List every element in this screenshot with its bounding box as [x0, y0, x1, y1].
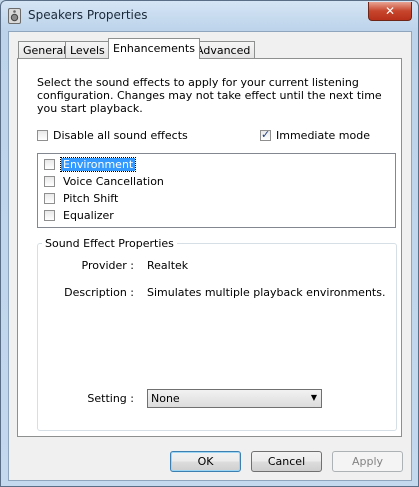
- chevron-down-icon: ▼: [310, 393, 317, 402]
- immediate-mode-checkbox[interactable]: [260, 128, 271, 141]
- close-icon: ✕: [384, 4, 396, 18]
- list-item-equalizer[interactable]: Equalizer: [38, 207, 395, 224]
- setting-label: Setting :: [87, 392, 134, 405]
- list-item-label: Pitch Shift: [63, 192, 119, 205]
- disable-all-checkbox[interactable]: [37, 130, 48, 141]
- tab-label: Advanced: [196, 44, 251, 57]
- tab-levels[interactable]: Levels: [65, 41, 110, 59]
- list-item-label: Environment: [59, 157, 137, 172]
- list-item-pitch-shift[interactable]: Pitch Shift: [38, 190, 395, 207]
- effects-list[interactable]: Environment Voice Cancellation Pitch Shi…: [37, 153, 396, 228]
- list-item-label: Voice Cancellation: [63, 175, 164, 188]
- properties-window: Speakers Properties ✕ General Levels Enh…: [0, 0, 419, 487]
- provider-label: Provider :: [81, 259, 135, 272]
- ok-label: OK: [197, 455, 214, 468]
- tab-general[interactable]: General: [18, 41, 72, 59]
- provider-value: Realtek: [147, 259, 189, 272]
- setting-value: None: [151, 392, 180, 405]
- apply-label: Apply: [351, 455, 384, 468]
- ok-button[interactable]: OK: [170, 451, 241, 472]
- tab-enhancements[interactable]: Enhancements: [108, 38, 200, 59]
- close-button[interactable]: ✕: [368, 2, 412, 21]
- voice-cancellation-checkbox[interactable]: [44, 176, 55, 187]
- apply-button[interactable]: Apply: [332, 451, 403, 472]
- list-item-voice-cancellation[interactable]: Voice Cancellation: [38, 173, 395, 190]
- tab-label: Levels: [70, 44, 105, 57]
- window-title: Speakers Properties: [28, 8, 148, 22]
- cancel-label: Cancel: [267, 455, 306, 468]
- group-title: Sound Effect Properties: [42, 237, 177, 250]
- title-bar[interactable]: Speakers Properties ✕: [1, 1, 418, 31]
- setting-dropdown[interactable]: None ▼: [147, 389, 322, 408]
- tab-label: Enhancements: [113, 42, 195, 55]
- dialog-body: General Levels Enhancements Advanced Sel…: [8, 31, 412, 481]
- tab-label: General: [23, 44, 67, 57]
- list-item-environment[interactable]: Environment: [38, 156, 395, 173]
- immediate-mode-label[interactable]: Immediate mode: [276, 129, 370, 142]
- disable-all-label[interactable]: Disable all sound effects: [53, 129, 188, 142]
- list-item-label: Equalizer: [63, 209, 114, 222]
- speaker-icon: [8, 8, 21, 24]
- pitch-shift-checkbox[interactable]: [44, 193, 55, 204]
- enhancements-description: Select the sound effects to apply for yo…: [37, 76, 382, 115]
- cancel-button[interactable]: Cancel: [251, 451, 322, 472]
- description-label: Description :: [64, 286, 134, 299]
- description-value: Simulates multiple playback environments…: [147, 286, 386, 299]
- tab-advanced[interactable]: Advanced: [191, 41, 256, 59]
- environment-checkbox[interactable]: [44, 159, 55, 170]
- equalizer-checkbox[interactable]: [44, 210, 55, 221]
